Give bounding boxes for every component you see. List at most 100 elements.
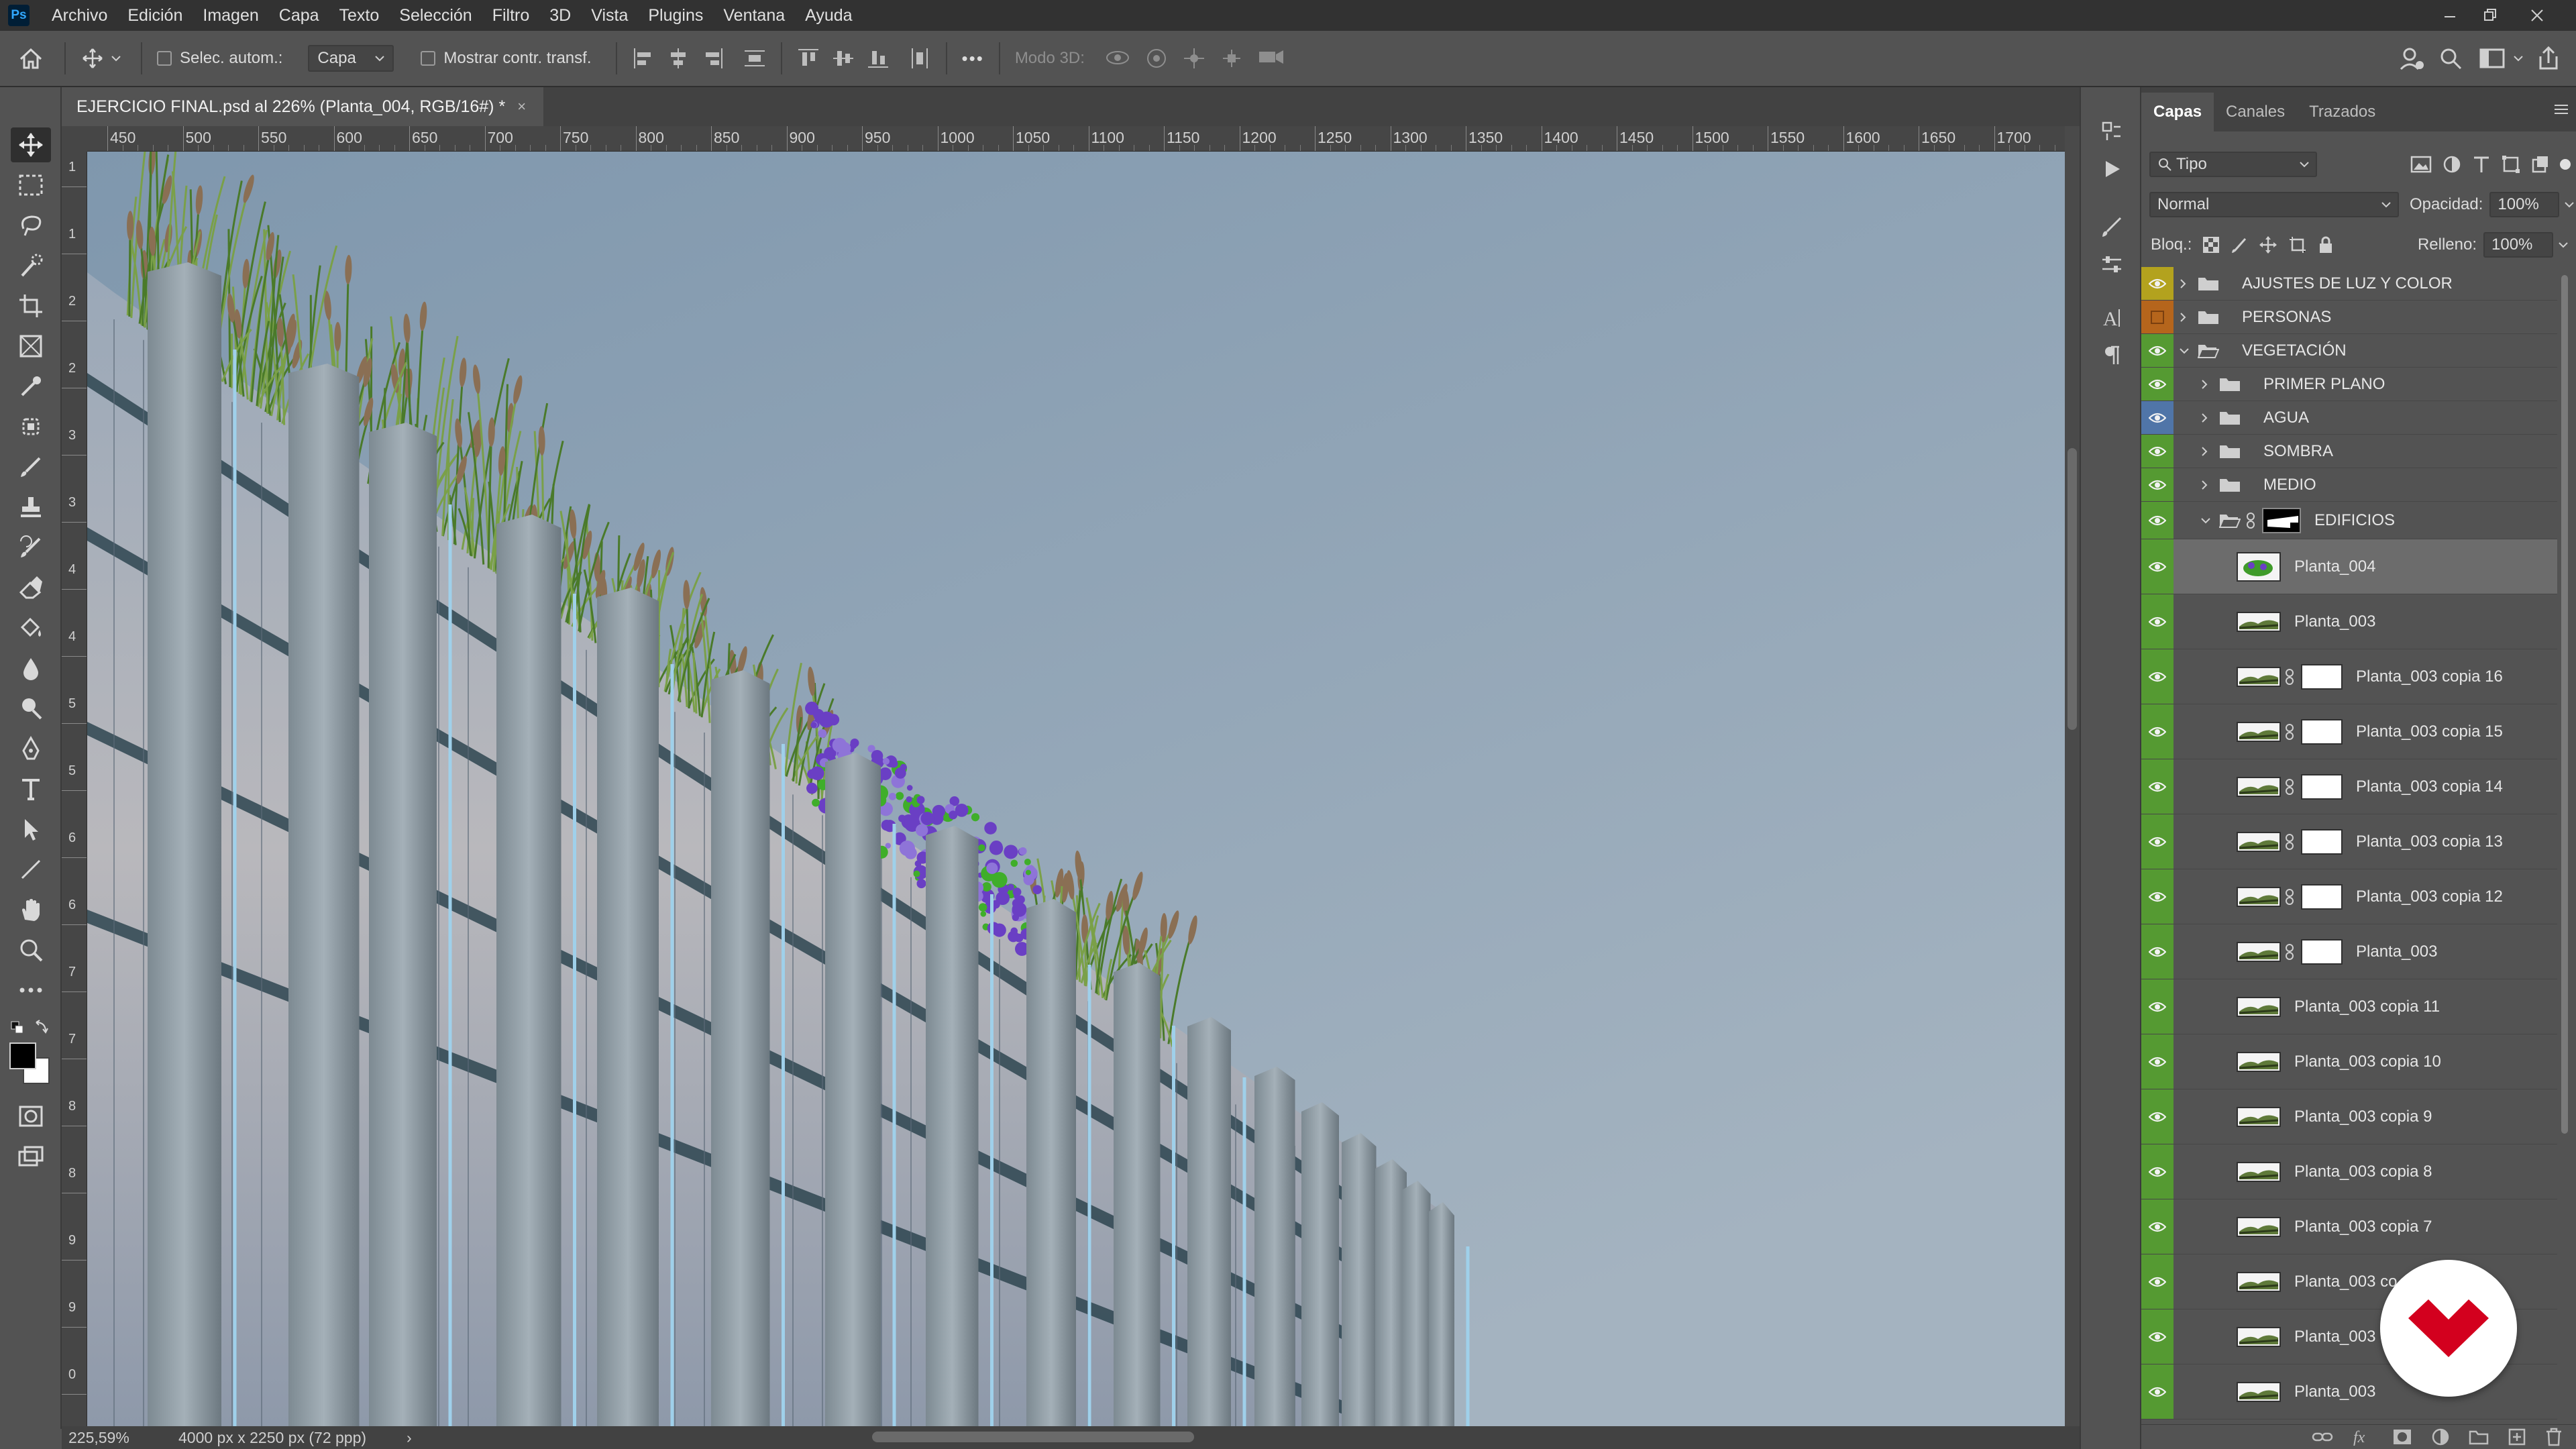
close-window-icon[interactable] [2518, 0, 2556, 31]
new-group-icon[interactable] [2469, 1429, 2489, 1445]
more-options-button[interactable]: ••• [962, 48, 984, 69]
layer-style-fx-icon[interactable]: fx [2352, 1428, 2373, 1446]
document-tab[interactable]: EJERCICIO FINAL.psd al 226% (Planta_004,… [62, 87, 544, 126]
lock-artboard-icon[interactable] [2288, 235, 2307, 254]
opacity-slider-chevron-icon[interactable] [2565, 201, 2575, 208]
filter-shape-icon[interactable] [2501, 154, 2521, 174]
visibility-eye-icon[interactable] [2141, 435, 2174, 468]
chevron-right-icon[interactable] [2200, 379, 2215, 390]
layer-row[interactable]: Planta_003 copia 10 [2141, 1034, 2557, 1089]
visibility-eye-icon[interactable] [2141, 759, 2174, 814]
brush-icon[interactable] [11, 449, 51, 484]
menu-edicion[interactable]: Edición [117, 6, 193, 25]
align-left-icon[interactable] [632, 47, 655, 70]
slide-3d-icon[interactable] [1220, 47, 1243, 70]
lock-position-icon[interactable] [2259, 235, 2277, 254]
filter-toggle-icon[interactable] [2560, 159, 2571, 170]
chevron-right-icon[interactable] [2200, 413, 2215, 423]
mask-link-icon[interactable] [2285, 888, 2297, 905]
link-layers-icon[interactable] [2312, 1430, 2333, 1444]
mask-link-icon[interactable] [2285, 833, 2297, 850]
layer-mask-thumbnail[interactable] [2301, 938, 2343, 965]
mask-link-icon[interactable] [2285, 778, 2297, 795]
menu-ventana[interactable]: Ventana [713, 6, 795, 25]
visibility-eye-icon[interactable] [2141, 704, 2174, 759]
type-tool-icon[interactable] [11, 771, 51, 806]
workspace-chevron-icon[interactable] [2510, 30, 2526, 87]
default-colors-icon[interactable] [11, 1021, 24, 1034]
layers-scrollbar[interactable] [2557, 275, 2572, 1415]
align-bottom-icon[interactable] [867, 47, 890, 70]
visibility-eye-icon[interactable] [2141, 594, 2174, 649]
filter-adjustment-icon[interactable] [2442, 154, 2462, 174]
orbit-3d-icon[interactable] [1105, 47, 1130, 70]
visibility-eye-icon[interactable] [2141, 401, 2174, 434]
visibility-eye-icon[interactable] [2141, 1364, 2174, 1419]
clone-stamp-icon[interactable] [11, 490, 51, 525]
visibility-eye-icon[interactable] [2141, 869, 2174, 924]
visibility-eye-icon[interactable] [2141, 502, 2174, 539]
horizontal-ruler[interactable]: 450 500 550 600 650 700 750 800 850 900 950 1000 105… [87, 126, 2065, 152]
visibility-eye-icon[interactable] [2141, 924, 2174, 979]
layer-row[interactable]: EDIFICIOS [2141, 502, 2557, 539]
document-canvas[interactable] [87, 152, 2065, 1426]
eyedropper-icon[interactable] [11, 369, 51, 404]
menu-capa[interactable]: Capa [269, 6, 329, 25]
layer-row[interactable]: PERSONAS [2141, 301, 2557, 334]
eraser-icon[interactable] [11, 570, 51, 605]
paint-bucket-icon[interactable] [11, 610, 51, 645]
chevron-right-icon[interactable] [2179, 312, 2194, 323]
visibility-eye-icon[interactable] [2141, 267, 2174, 300]
layer-row[interactable]: SOMBRA [2141, 435, 2557, 468]
move-tool-icon[interactable] [79, 30, 106, 87]
actions-play-icon[interactable] [2094, 152, 2129, 186]
restore-icon[interactable] [2471, 0, 2509, 31]
layer-row[interactable]: Planta_003 copia 11 [2141, 979, 2557, 1034]
mask-link-icon[interactable] [2285, 943, 2297, 960]
layer-row[interactable]: Planta_003 copia 12 [2141, 869, 2557, 924]
visibility-eye-icon[interactable] [2141, 539, 2174, 594]
swap-colors-icon[interactable] [34, 1020, 48, 1034]
pan-3d-icon[interactable] [1183, 47, 1205, 70]
panel-menu-icon[interactable] [2553, 103, 2569, 116]
filter-smart-object-icon[interactable] [2530, 154, 2551, 174]
scrollbar-thumb[interactable] [2561, 275, 2568, 1134]
tab-layers[interactable]: Capas [2141, 93, 2214, 131]
group-mask-thumbnail[interactable] [2262, 507, 2301, 533]
adjustments-sliders-icon[interactable] [2094, 247, 2129, 282]
menu-imagen[interactable]: Imagen [193, 6, 268, 25]
brush-settings-icon[interactable] [2094, 209, 2129, 244]
delete-layer-icon[interactable] [2545, 1428, 2563, 1446]
align-hcenter-icon[interactable] [667, 47, 690, 70]
visibility-eye-icon[interactable] [2141, 1309, 2174, 1364]
layer-row[interactable]: PRIMER PLANO [2141, 368, 2557, 401]
rectangular-marquee-icon[interactable] [11, 168, 51, 203]
layer-row[interactable]: Planta_003 copia 8 [2141, 1144, 2557, 1199]
layer-row[interactable]: AGUA [2141, 401, 2557, 435]
visibility-eye-icon[interactable] [2141, 1034, 2174, 1089]
blend-mode-dropdown[interactable]: Normal [2149, 192, 2399, 217]
visibility-eye-icon[interactable] [2141, 1199, 2174, 1254]
layer-mask-thumbnail[interactable] [2301, 883, 2343, 910]
menu-ayuda[interactable]: Ayuda [795, 6, 862, 25]
tab-channels[interactable]: Canales [2214, 93, 2297, 131]
workspace-icon[interactable] [2475, 30, 2509, 87]
zoom-readout[interactable]: 225,59% [68, 1429, 162, 1447]
line-tool-icon[interactable] [11, 852, 51, 887]
blur-icon[interactable] [11, 651, 51, 686]
quick-selection-icon[interactable] [11, 248, 51, 283]
path-selection-icon[interactable] [11, 812, 51, 847]
layer-row[interactable]: Planta_003 copia 16 [2141, 649, 2557, 704]
layer-row[interactable]: MEDIO [2141, 468, 2557, 502]
align-vcenter-icon[interactable] [832, 47, 855, 70]
layer-mask-thumbnail[interactable] [2301, 773, 2343, 800]
roll-3d-icon[interactable] [1145, 47, 1168, 70]
layer-row[interactable]: Planta_003 [2141, 924, 2557, 979]
lock-pixels-icon[interactable] [2231, 236, 2248, 254]
new-adjustment-icon[interactable] [2431, 1428, 2450, 1446]
horizontal-scrollbar-thumb[interactable] [872, 1432, 1194, 1442]
camera-3d-icon[interactable] [1258, 47, 1285, 70]
visibility-eye-icon[interactable] [2141, 334, 2174, 367]
mask-link-icon[interactable] [2285, 723, 2297, 740]
auto-select-checkbox[interactable] [157, 51, 172, 66]
